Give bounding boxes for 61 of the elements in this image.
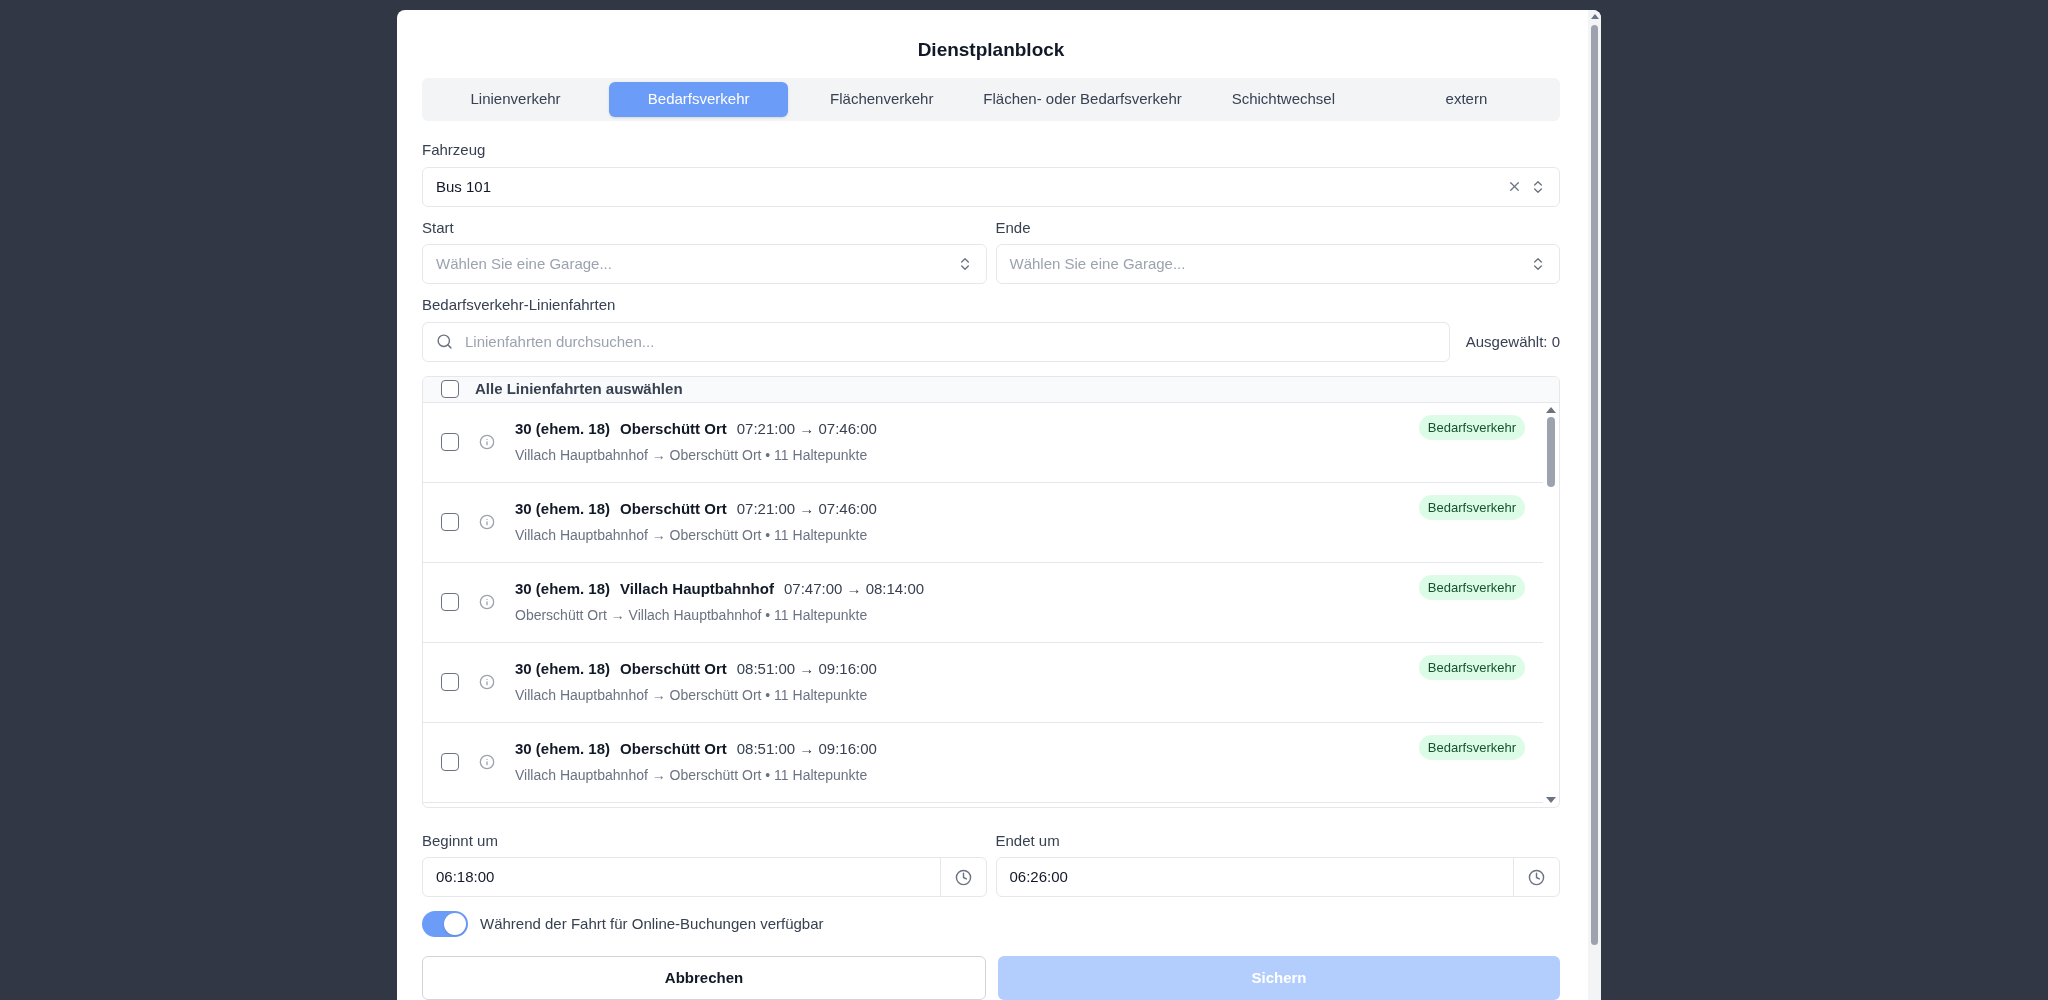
info-icon[interactable] bbox=[479, 754, 495, 770]
selected-count: Ausgewählt: 0 bbox=[1465, 331, 1560, 352]
info-icon[interactable] bbox=[479, 514, 495, 530]
trip-destination: Oberschütt Ort bbox=[620, 419, 727, 440]
vehicle-select[interactable]: Bus 101 bbox=[422, 166, 1560, 207]
trip-destination: Oberschütt Ort bbox=[620, 499, 727, 520]
trip-route: Villach Hauptbahnhof → Oberschütt Ort • 11 Haltepunkte bbox=[515, 685, 869, 705]
line-number: 30 (ehem. 18) bbox=[515, 499, 611, 520]
trip-route: Villach Hauptbahnhof → Oberschütt Ort • 11 Haltepunkte bbox=[515, 445, 869, 465]
tab[interactable]: Flächen- oder Bedarfsverkehr bbox=[975, 81, 1190, 118]
trip-destination: Oberschütt Ort bbox=[620, 659, 727, 680]
trip-type-tag: Bedarfsverkehr bbox=[1418, 654, 1525, 680]
tab[interactable]: Flächenverkehr bbox=[792, 81, 972, 118]
trip-time: 08:51:00 → 09:16:00 bbox=[736, 739, 877, 760]
trip-time: 07:21:00 → 07:46:00 bbox=[736, 419, 877, 440]
field-label: Ende bbox=[995, 217, 1032, 238]
cancel-button[interactable]: Abbrechen bbox=[422, 956, 986, 1000]
trip-route: Oberschütt Ort → Villach Hauptbahnhof • 11 Haltepunkte bbox=[515, 605, 869, 625]
time-field[interactable]: 06:18:00 bbox=[422, 857, 987, 897]
checkbox[interactable] bbox=[441, 593, 459, 611]
trip-route: Villach Hauptbahnhof → Oberschütt Ort • 11 Haltepunkte bbox=[515, 765, 869, 785]
trip-type-tag: Bedarfsverkehr bbox=[1418, 414, 1525, 440]
time-field[interactable]: 06:26:00 bbox=[995, 857, 1560, 897]
trip-destination: Oberschütt Ort bbox=[620, 739, 727, 760]
dialog-title: Dienstplanblock bbox=[917, 38, 1065, 62]
trip-time: 07:21:00 → 07:46:00 bbox=[736, 499, 877, 520]
search-field[interactable]: Linienfahrten durchsuchen... bbox=[422, 321, 1450, 362]
tab[interactable]: Schichtwechsel bbox=[1193, 81, 1373, 118]
checkbox[interactable] bbox=[441, 433, 459, 451]
line-number: 30 (ehem. 18) bbox=[515, 659, 611, 680]
line-number: 30 (ehem. 18) bbox=[515, 579, 611, 600]
checkbox[interactable] bbox=[441, 673, 459, 691]
trip-type-tag: Bedarfsverkehr bbox=[1418, 574, 1525, 600]
tab[interactable]: Linienverkehr bbox=[426, 81, 606, 118]
line-number: 30 (ehem. 18) bbox=[515, 419, 611, 440]
select-all-label: Alle Linienfahrten auswählen bbox=[475, 378, 683, 399]
checkbox[interactable] bbox=[441, 753, 459, 771]
trip-time: 08:51:00 → 09:16:00 bbox=[736, 659, 877, 680]
toggle-switch[interactable] bbox=[422, 911, 468, 937]
clock-icon bbox=[1528, 868, 1545, 886]
info-icon[interactable] bbox=[479, 674, 495, 690]
field-label: Endet um bbox=[995, 830, 1061, 851]
field-label: Bedarfsverkehr-Linienfahrten bbox=[422, 295, 617, 316]
trip-type-tag: Bedarfsverkehr bbox=[1418, 734, 1525, 760]
trip-destination: Villach Hauptbahnhof bbox=[620, 579, 774, 600]
field-label: Start bbox=[422, 217, 455, 238]
trip-route: Villach Hauptbahnhof → Oberschütt Ort • 11 Haltepunkte bbox=[515, 525, 869, 545]
line-number: 30 (ehem. 18) bbox=[515, 739, 611, 760]
checkbox[interactable] bbox=[441, 380, 459, 399]
checkbox[interactable] bbox=[441, 513, 459, 531]
field-label: Beginnt um bbox=[422, 830, 499, 851]
trip-time: 07:47:00 → 08:14:00 bbox=[783, 579, 925, 600]
search-icon bbox=[436, 332, 453, 350]
toggle-label: Während der Fahrt für Online-Buchungen verfügbar bbox=[480, 913, 824, 934]
trip-type-tag: Bedarfsverkehr bbox=[1418, 494, 1525, 520]
clock-icon bbox=[954, 868, 972, 886]
field-label: Fahrzeug bbox=[422, 140, 487, 161]
info-icon[interactable] bbox=[479, 434, 495, 450]
dialog-scrollbar[interactable] bbox=[1588, 10, 1601, 1000]
tab[interactable]: extern bbox=[1376, 81, 1556, 118]
info-icon[interactable] bbox=[479, 594, 495, 610]
